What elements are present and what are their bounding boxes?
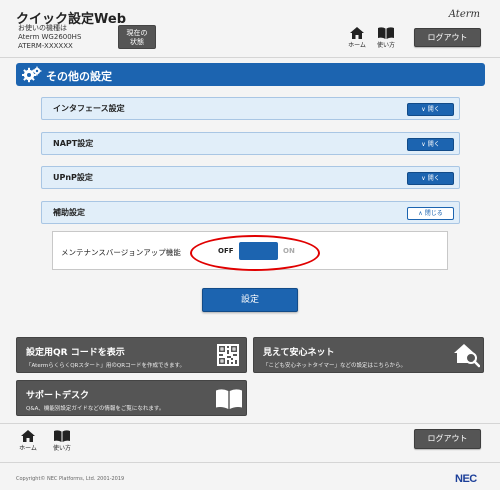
guide-label: 使い方 [376, 42, 395, 49]
header: クイック設定Web お使いの機種は Aterm WG2600HS ATERM-X… [0, 0, 500, 58]
model-info-line: Aterm WG2600HS [18, 33, 82, 41]
open-label: 開く [427, 141, 440, 148]
close-label: 閉じる [424, 210, 443, 217]
chevron-down-icon: ∨ [421, 106, 426, 113]
home-icon [350, 27, 364, 39]
header-divider [0, 57, 500, 58]
card-title: サポートデスク [26, 391, 90, 401]
brand-logo: Aterm [448, 9, 480, 20]
submit-button[interactable]: 設定 [202, 288, 298, 312]
qr-code-card[interactable]: 設定用QR コードを表示 「AtermらくらくQRスタート」用のQRコードを作成… [16, 337, 247, 373]
current-status-label-line1: 現在の [126, 29, 148, 37]
chevron-up-icon: ∧ [418, 210, 423, 217]
footer-home-link[interactable]: ホーム [17, 430, 39, 452]
card-desc: 「AtermらくらくQRスタート」用のQRコードを作成できます。 [26, 363, 185, 369]
accordion-auxiliary[interactable]: 補助設定 ∧ 閉じる [41, 201, 460, 224]
open-label: 開く [427, 106, 440, 113]
mieru-net-card[interactable]: 見えて安心ネット 「こども安心ネットタイマー」などの設定はこちらから。 [253, 337, 484, 373]
accordion-label: NAPT設定 [53, 139, 94, 148]
footer-guide-link[interactable]: 使い方 [51, 430, 73, 452]
accordion-upnp[interactable]: UPnP設定 ∨ 開く [41, 166, 460, 189]
model-info-line: ATERM-XXXXXX [18, 42, 73, 50]
accordion-label: UPnP設定 [53, 173, 93, 182]
guide-label: 使い方 [52, 445, 71, 452]
accordion-napt[interactable]: NAPT設定 ∨ 開く [41, 132, 460, 155]
book-icon [54, 430, 70, 442]
open-label: 開く [427, 175, 440, 182]
gear-icon [22, 66, 42, 83]
accordion-interface[interactable]: インタフェース設定 ∨ 開く [41, 97, 460, 120]
close-button[interactable]: ∧ 閉じる [407, 207, 454, 220]
card-desc: Q&A、機能別設定ガイドなどの情報をご覧になれます。 [26, 406, 165, 412]
chevron-down-icon: ∨ [421, 175, 426, 182]
home-label: ホーム [19, 445, 37, 452]
section-title: その他の設定 [46, 70, 112, 83]
model-info: お使いの機種は Aterm WG2600HS ATERM-XXXXXX [18, 24, 81, 51]
card-title: 見えて安心ネット [263, 348, 335, 358]
card-title: 設定用QR コードを表示 [26, 348, 125, 358]
book-icon [378, 27, 394, 39]
accordion-label: 補助設定 [53, 208, 85, 217]
footer-logout-button[interactable]: ログアウト [414, 429, 481, 449]
accordion-label: インタフェース設定 [53, 104, 125, 113]
copyright: Copyright© NEC Platforms, Ltd. 2001-2019 [16, 476, 125, 482]
qr-code-icon [217, 344, 239, 366]
chevron-down-icon: ∨ [421, 141, 426, 148]
guide-link[interactable]: 使い方 [375, 27, 397, 49]
model-info-line: お使いの機種は [18, 24, 67, 32]
card-desc: 「こども安心ネットタイマー」などの設定はこちらから。 [263, 363, 407, 369]
highlight-ellipse [190, 235, 320, 271]
current-status-label-line2: 状態 [130, 38, 144, 46]
home-label: ホーム [348, 42, 366, 49]
support-desk-card[interactable]: サポートデスク Q&A、機能別設定ガイドなどの情報をご覧になれます。 [16, 380, 247, 416]
open-button[interactable]: ∨ 開く [407, 103, 454, 116]
footer-divider [0, 462, 500, 463]
logout-button[interactable]: ログアウト [414, 28, 481, 47]
open-button[interactable]: ∨ 開く [407, 172, 454, 185]
book-icon [216, 389, 242, 409]
current-status-button[interactable]: 現在の 状態 [118, 25, 156, 49]
nec-logo: NEC [455, 473, 477, 485]
section-header: その他の設定 [16, 63, 485, 86]
home-link[interactable]: ホーム [346, 27, 368, 49]
maintenance-label: メンテナンスバージョンアップ機能 [61, 248, 181, 257]
home-icon [21, 430, 35, 442]
open-button[interactable]: ∨ 開く [407, 138, 454, 151]
house-search-icon [454, 344, 480, 368]
footer-divider [0, 423, 500, 424]
